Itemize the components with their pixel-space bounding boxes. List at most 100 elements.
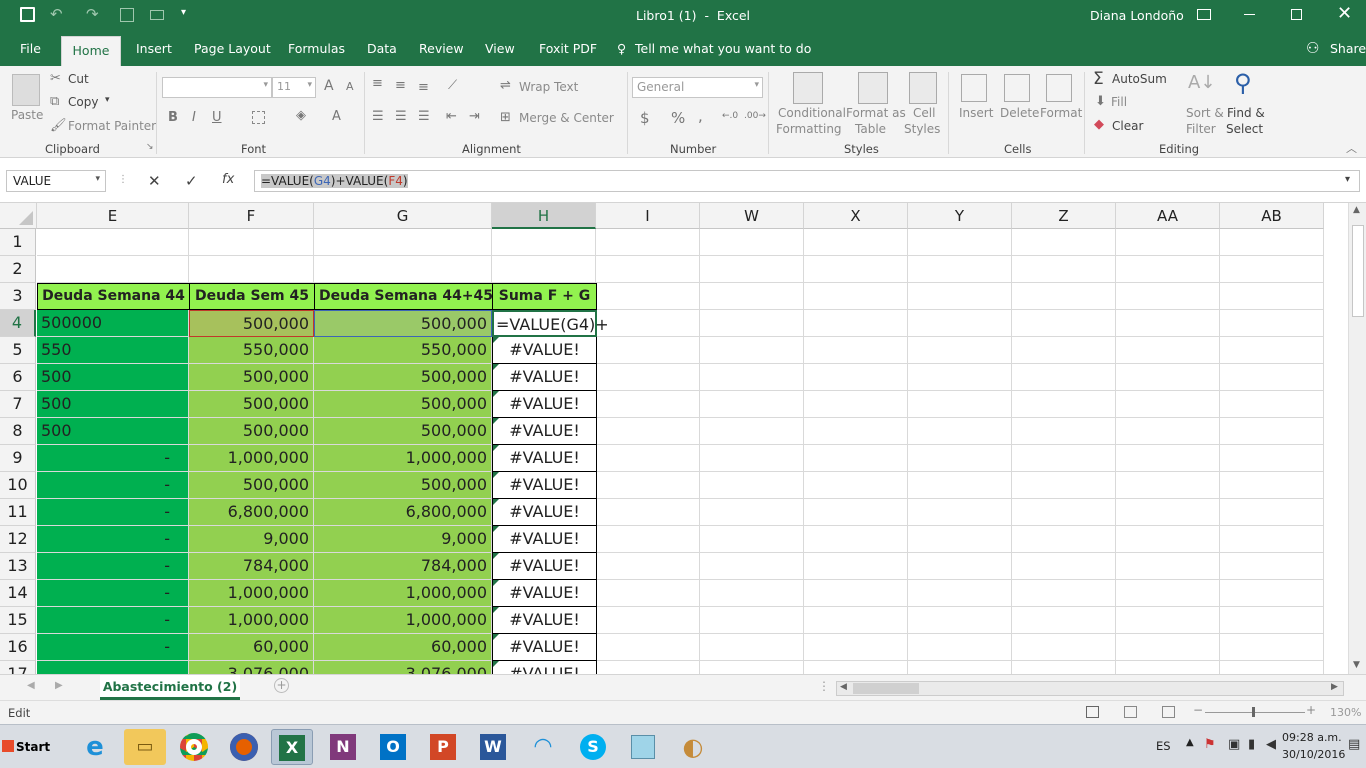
empty-cell[interactable] [804,472,908,499]
error-indicator-icon[interactable] [493,661,499,667]
align-center-icon[interactable]: ☰ [395,109,407,124]
increase-indent-icon[interactable]: ⇥ [469,109,480,124]
empty-cell[interactable] [908,418,1012,445]
increase-font-icon[interactable]: A [324,78,334,94]
empty-cell[interactable] [1220,337,1324,364]
cell-e[interactable]: - [37,607,189,634]
orientation-icon[interactable]: ⟋ [448,78,457,93]
column-header-z[interactable]: Z [1012,203,1116,229]
column-header-ab[interactable]: AB [1220,203,1324,229]
zoom-slider-thumb[interactable] [1252,707,1255,717]
empty-cell[interactable] [1012,580,1116,607]
name-box[interactable]: VALUE ▾ [6,170,106,192]
error-indicator-icon[interactable] [493,337,499,343]
header-cell-f[interactable]: Deuda Sem 45 [189,283,315,310]
empty-cell[interactable] [700,445,804,472]
conditional-formatting-button[interactable]: Conditional [778,106,846,120]
format-cells-button[interactable]: Format [1040,106,1082,120]
empty-cell[interactable] [700,607,804,634]
cell-h[interactable]: #VALUE! [492,580,597,607]
column-header-y[interactable]: Y [908,203,1012,229]
row-header[interactable]: 14 [0,580,36,607]
row-header[interactable]: 17 [0,661,36,674]
customize-qat-icon[interactable]: ▾ [181,7,186,18]
zoom-slider[interactable] [1205,707,1305,717]
empty-cell[interactable] [908,634,1012,661]
horizontal-scroll-thumb[interactable] [853,683,919,694]
empty-cell[interactable] [596,229,700,256]
empty-cell[interactable] [700,310,804,337]
cell-h[interactable]: #VALUE! [492,337,597,364]
cell-f[interactable]: 1,000,000 [189,607,314,634]
cell-h[interactable]: #VALUE! [492,526,597,553]
cell-g[interactable]: 784,000 [314,553,492,580]
new-sheet-icon[interactable]: + [274,678,289,693]
empty-cell[interactable] [1012,364,1116,391]
page-break-view-icon[interactable] [1162,706,1175,718]
format-painter-button[interactable]: Format Painter [68,119,156,133]
cell-f[interactable]: 500,000 [189,391,314,418]
network-icon[interactable]: ▮ [1248,737,1255,752]
next-sheet-icon[interactable]: ▶ [55,680,63,691]
empty-cell[interactable] [1012,472,1116,499]
empty-cell[interactable] [804,661,908,674]
column-header-w[interactable]: W [700,203,804,229]
decrease-indent-icon[interactable]: ⇤ [446,109,457,124]
empty-cell[interactable] [908,526,1012,553]
increase-decimal-icon[interactable]: ←.0 [722,111,738,121]
column-header-f[interactable]: F [189,203,314,229]
word-icon[interactable]: W [472,729,514,765]
empty-cell[interactable] [1220,418,1324,445]
align-left-icon[interactable]: ☰ [372,109,384,124]
empty-cell[interactable] [1220,229,1324,256]
comma-button[interactable]: , [698,107,703,125]
empty-cell[interactable] [1220,661,1324,674]
empty-cell[interactable] [596,634,700,661]
chrome-icon[interactable] [173,729,215,765]
cell-f[interactable]: 500,000 [189,418,314,445]
align-middle-icon[interactable]: ≡ [395,78,406,93]
empty-cell[interactable] [700,337,804,364]
action-center-icon[interactable]: ⚑ [1204,737,1216,752]
cell-g[interactable]: 1,000,000 [314,445,492,472]
empty-cell[interactable] [1220,553,1324,580]
language-indicator[interactable]: ES [1156,739,1171,753]
cell-h[interactable]: =VALUE(G4)+ [492,310,609,337]
wifi-app-icon[interactable]: ◠ [522,729,564,765]
empty-cell[interactable] [908,229,1012,256]
expand-formula-bar-icon[interactable]: ▾ [1345,174,1350,185]
fill-button[interactable]: Fill [1111,95,1127,109]
header-cell-h[interactable]: Suma F + G [492,283,597,310]
empty-cell[interactable] [804,256,908,283]
decrease-font-icon[interactable]: A [346,80,354,93]
empty-cell[interactable] [1012,607,1116,634]
cell-h[interactable]: #VALUE! [492,634,597,661]
empty-cell[interactable] [596,553,700,580]
column-header-g[interactable]: G [314,203,492,229]
cell-f[interactable]: 500,000 [189,310,314,337]
cell-g[interactable]: 1,000,000 [314,580,492,607]
cell-h[interactable]: #VALUE! [492,499,597,526]
empty-cell[interactable] [700,391,804,418]
scroll-up-icon[interactable]: ▲ [1353,205,1360,215]
user-name[interactable]: Diana Londoño [1090,8,1184,23]
tab-formulas[interactable]: Formulas [288,41,345,56]
percent-button[interactable]: % [671,109,685,127]
insert-function-button[interactable]: fx [222,172,234,187]
sheet-tab-abastecimiento[interactable]: Abastecimiento (2) [100,675,240,700]
column-header-e[interactable]: E [37,203,189,229]
normal-view-icon[interactable] [1086,706,1099,718]
outlook-icon[interactable]: O [372,729,414,765]
borders-icon[interactable] [252,111,265,124]
empty-cell[interactable] [596,499,700,526]
worksheet-grid[interactable]: E F G H I W X Y Z AA AB 1 2 3 4 5 6 7 8 9 10 11 12 13 14 15 16 17 … [0,203,1348,674]
empty-cell[interactable] [804,499,908,526]
zoom-out-icon[interactable]: − [1193,703,1203,717]
empty-cell[interactable] [596,391,700,418]
empty-cell[interactable] [596,580,700,607]
empty-cell[interactable] [908,472,1012,499]
empty-cell[interactable] [596,445,700,472]
empty-cell[interactable] [1220,634,1324,661]
empty-cell[interactable] [1116,256,1220,283]
empty-cell[interactable] [908,445,1012,472]
